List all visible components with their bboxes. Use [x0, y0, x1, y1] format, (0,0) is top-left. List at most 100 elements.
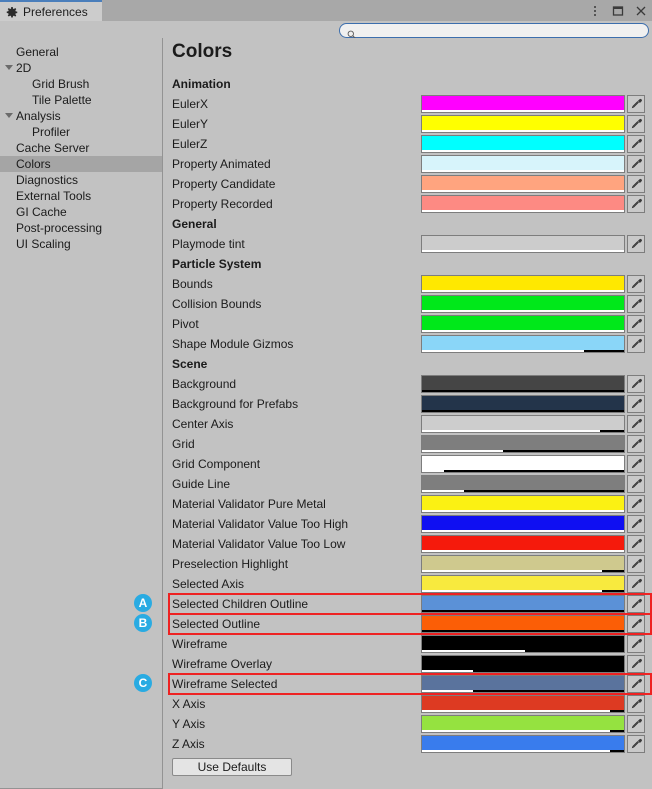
kebab-menu-icon[interactable] — [588, 4, 602, 18]
color-swatch[interactable] — [421, 555, 626, 573]
color-setting-label: Grid — [172, 437, 195, 451]
sidebar-item-grid-brush[interactable]: Grid Brush — [0, 76, 162, 92]
color-swatch[interactable] — [421, 395, 626, 413]
color-swatch[interactable] — [421, 375, 626, 393]
eyedropper-icon[interactable] — [627, 175, 645, 193]
eyedropper-icon[interactable] — [627, 575, 645, 593]
color-swatch[interactable] — [421, 295, 626, 313]
color-swatch[interactable] — [421, 435, 626, 453]
sidebar-item-analysis[interactable]: Analysis — [0, 108, 162, 124]
color-field — [421, 455, 645, 473]
eyedropper-icon[interactable] — [627, 455, 645, 473]
color-swatch[interactable] — [421, 115, 626, 133]
eyedropper-icon[interactable] — [627, 735, 645, 753]
color-swatch[interactable] — [421, 615, 626, 633]
eyedropper-icon[interactable] — [627, 275, 645, 293]
color-swatch-fill — [422, 236, 625, 250]
sidebar-item-diagnostics[interactable]: Diagnostics — [0, 172, 162, 188]
eyedropper-icon[interactable] — [627, 615, 645, 633]
sidebar-item-general[interactable]: General — [0, 44, 162, 60]
color-swatch-fill — [422, 516, 625, 530]
sidebar-item-external-tools[interactable]: External Tools — [0, 188, 162, 204]
color-swatch[interactable] — [421, 735, 626, 753]
eyedropper-icon[interactable] — [627, 95, 645, 113]
alpha-bar-fill — [422, 750, 610, 752]
preferences-window: Preferences General 2D Grid Brush Tile P… — [0, 0, 652, 789]
color-swatch[interactable] — [421, 175, 626, 193]
search-box[interactable] — [339, 23, 649, 39]
color-setting-row: Bounds — [164, 274, 652, 294]
color-swatch[interactable] — [421, 135, 626, 153]
eyedropper-icon[interactable] — [627, 475, 645, 493]
color-field — [421, 715, 645, 733]
color-swatch[interactable] — [421, 495, 626, 513]
color-swatch[interactable] — [421, 315, 626, 333]
color-swatch[interactable] — [421, 95, 626, 113]
alpha-bar — [422, 530, 625, 532]
chevron-down-icon[interactable] — [5, 65, 13, 70]
alpha-bar — [422, 350, 625, 352]
annotation-badge-b: B — [134, 614, 152, 632]
sidebar-item-2d[interactable]: 2D — [0, 60, 162, 76]
color-swatch-fill — [422, 436, 625, 450]
sidebar-item-tile-palette[interactable]: Tile Palette — [0, 92, 162, 108]
eyedropper-icon[interactable] — [627, 635, 645, 653]
color-field — [421, 735, 645, 753]
color-swatch[interactable] — [421, 535, 626, 553]
sidebar-item-post-processing[interactable]: Post-processing — [0, 220, 162, 236]
eyedropper-icon[interactable] — [627, 675, 645, 693]
search-input[interactable] — [360, 24, 640, 37]
sidebar-item-cache-server[interactable]: Cache Server — [0, 140, 162, 156]
sidebar-item-ui-scaling[interactable]: UI Scaling — [0, 236, 162, 252]
use-defaults-button[interactable]: Use Defaults — [172, 758, 292, 776]
color-swatch[interactable] — [421, 335, 626, 353]
color-swatch[interactable] — [421, 515, 626, 533]
eyedropper-icon[interactable] — [627, 395, 645, 413]
color-swatch[interactable] — [421, 575, 626, 593]
sidebar-item-colors[interactable]: Colors — [0, 156, 162, 172]
color-swatch[interactable] — [421, 695, 626, 713]
eyedropper-icon[interactable] — [627, 695, 645, 713]
color-setting-row: Z Axis — [164, 734, 652, 754]
sidebar-item-profiler[interactable]: Profiler — [0, 124, 162, 140]
color-swatch[interactable] — [421, 275, 626, 293]
eyedropper-icon[interactable] — [627, 295, 645, 313]
eyedropper-icon[interactable] — [627, 115, 645, 133]
maximize-icon[interactable] — [611, 4, 625, 18]
eyedropper-icon[interactable] — [627, 595, 645, 613]
tab-preferences[interactable]: Preferences — [0, 0, 102, 21]
eyedropper-icon[interactable] — [627, 515, 645, 533]
eyedropper-icon[interactable] — [627, 535, 645, 553]
eyedropper-icon[interactable] — [627, 555, 645, 573]
color-swatch[interactable] — [421, 715, 626, 733]
eyedropper-icon[interactable] — [627, 135, 645, 153]
close-icon[interactable] — [634, 4, 648, 18]
eyedropper-icon[interactable] — [627, 435, 645, 453]
color-swatch[interactable] — [421, 655, 626, 673]
eyedropper-icon[interactable] — [627, 235, 645, 253]
eyedropper-icon[interactable] — [627, 715, 645, 733]
eyedropper-icon[interactable] — [627, 375, 645, 393]
color-swatch[interactable] — [421, 455, 626, 473]
eyedropper-icon[interactable] — [627, 655, 645, 673]
sidebar-item-gi-cache[interactable]: GI Cache — [0, 204, 162, 220]
eyedropper-icon[interactable] — [627, 335, 645, 353]
chevron-down-icon[interactable] — [5, 113, 13, 118]
alpha-bar — [422, 610, 625, 612]
color-swatch[interactable] — [421, 635, 626, 653]
eyedropper-icon[interactable] — [627, 495, 645, 513]
color-group-header: Particle System — [172, 257, 262, 271]
eyedropper-icon[interactable] — [627, 415, 645, 433]
color-swatch[interactable] — [421, 595, 626, 613]
alpha-bar-fill — [422, 350, 584, 352]
eyedropper-icon[interactable] — [627, 315, 645, 333]
eyedropper-icon[interactable] — [627, 195, 645, 213]
color-swatch[interactable] — [421, 415, 626, 433]
color-swatch[interactable] — [421, 195, 626, 213]
color-swatch[interactable] — [421, 475, 626, 493]
color-swatch[interactable] — [421, 155, 626, 173]
eyedropper-icon[interactable] — [627, 155, 645, 173]
color-setting-label: Property Animated — [172, 157, 271, 171]
color-swatch[interactable] — [421, 675, 626, 693]
color-swatch[interactable] — [421, 235, 626, 253]
